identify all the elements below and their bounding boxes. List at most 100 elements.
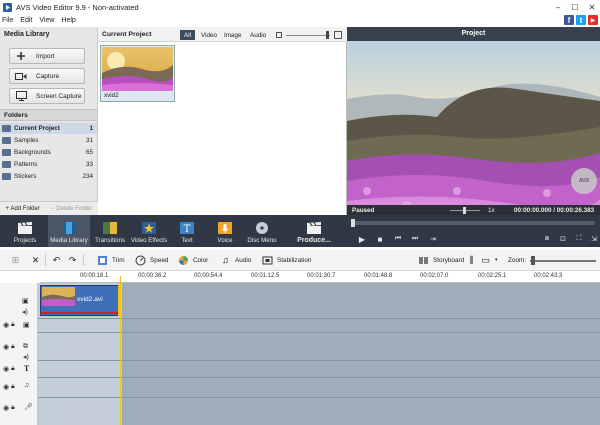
slider-handle[interactable]: [326, 31, 329, 39]
split-icon[interactable]: ⊞: [10, 253, 25, 267]
menu-view[interactable]: View: [39, 17, 54, 24]
preview-pane: Project AVS: [347, 27, 600, 224]
track-separator: [38, 397, 600, 398]
preview-video-frame: [347, 41, 600, 224]
storyboard-button[interactable]: Storyboard: [418, 253, 464, 267]
eye-icon[interactable]: ◉: [3, 321, 9, 329]
zoom-slider[interactable]: [530, 260, 596, 262]
text-button[interactable]: T Text: [172, 215, 202, 247]
folder-samples[interactable]: Samples 31: [0, 135, 97, 146]
stop-icon[interactable]: ■: [375, 234, 385, 244]
fullscreen-icon[interactable]: ⛶: [574, 234, 584, 244]
filter-video-tab[interactable]: Video: [197, 30, 221, 40]
separator: [83, 254, 84, 266]
seek-bar[interactable]: [352, 221, 595, 225]
folder-current-project[interactable]: Current Project 1: [0, 123, 97, 134]
detach-preview-icon[interactable]: ⇲: [589, 234, 599, 244]
projects-button[interactable]: Projects: [8, 215, 42, 247]
display-settings-icon[interactable]: ▭ ▾: [480, 253, 497, 267]
color-button[interactable]: Color: [178, 253, 208, 267]
time-display: 00:00:00.000 / 00:00:26.383: [514, 207, 595, 214]
capture-button[interactable]: Capture: [9, 68, 85, 84]
eye-icon[interactable]: ◉: [3, 365, 9, 373]
menu-edit[interactable]: Edit: [20, 17, 32, 24]
audio-waveform-icon[interactable]: ⫼: [466, 253, 481, 267]
redo-icon[interactable]: ↷: [67, 253, 82, 267]
media-item-name: xvid2: [104, 92, 119, 99]
film-library-icon: [63, 222, 75, 234]
thumbnail-size-slider[interactable]: [286, 35, 330, 36]
disc-menu-button[interactable]: Disc Menu: [244, 215, 280, 247]
timeline-clip[interactable]: xvid2.avi: [40, 285, 120, 316]
play-icon[interactable]: ▶: [357, 234, 367, 244]
lock-icon[interactable]: 🔒︎: [11, 343, 15, 351]
facebook-icon[interactable]: f: [564, 15, 574, 25]
snapshot-icon[interactable]: ⧈: [542, 234, 552, 244]
menu-help[interactable]: Help: [61, 17, 75, 24]
speaker-icon[interactable]: ◂): [23, 353, 29, 361]
delete-icon[interactable]: ✕: [30, 253, 45, 267]
filter-image-tab[interactable]: Image: [220, 30, 246, 40]
audio-button[interactable]: ♫ Audio: [220, 253, 251, 267]
next-frame-icon[interactable]: ⏭: [410, 234, 420, 244]
voice-button[interactable]: Voice: [210, 215, 240, 247]
transitions-button[interactable]: Transitions: [93, 215, 127, 247]
app-icon: [3, 3, 12, 12]
zoom-slider-handle[interactable]: [531, 256, 535, 265]
menu-file[interactable]: File: [2, 17, 13, 24]
speaker-icon[interactable]: ◂): [22, 308, 28, 316]
go-to-end-icon[interactable]: ⇥: [428, 234, 438, 244]
trim-button[interactable]: Trim: [97, 253, 125, 267]
timeline-tracks[interactable]: [38, 283, 600, 425]
filter-audio-tab[interactable]: Audio: [246, 30, 270, 40]
close-button[interactable]: ✕: [584, 1, 600, 13]
add-folder-button[interactable]: + Add Folder: [6, 206, 40, 212]
eye-icon[interactable]: ◉: [3, 343, 9, 351]
lock-icon[interactable]: 🔒︎: [11, 404, 15, 412]
youtube-icon[interactable]: ▶: [588, 15, 598, 25]
menu-bar: File Edit View Help: [0, 15, 600, 26]
seek-handle[interactable]: [351, 219, 355, 227]
small-thumbnail-icon[interactable]: [276, 32, 282, 38]
title-bar: AVS Video Editor 9.9 - Non-activated – ☐…: [0, 0, 600, 15]
maximize-button[interactable]: ☐: [567, 1, 583, 13]
folder-backgrounds[interactable]: Backgrounds 65: [0, 147, 97, 158]
undo-icon[interactable]: ↶: [51, 253, 66, 267]
aspect-ratio-icon[interactable]: ⊡: [558, 234, 568, 244]
video-effects-button[interactable]: Video Effects: [130, 215, 168, 247]
lock-icon[interactable]: 🔒︎: [11, 365, 15, 373]
folder-stickers[interactable]: Stickers 234: [0, 171, 97, 182]
twitter-icon[interactable]: t: [576, 15, 586, 25]
tick-label: 00:01:48.8: [364, 273, 393, 279]
avs-watermark-logo: AVS: [571, 168, 597, 194]
disc-icon: [256, 222, 268, 234]
minimize-button[interactable]: –: [550, 1, 566, 13]
folders-title: Folders: [4, 112, 28, 119]
media-thumbnail: [102, 47, 173, 91]
filter-all-tab[interactable]: All: [180, 30, 195, 40]
stabilization-button[interactable]: Stabilization: [262, 253, 311, 267]
lock-icon[interactable]: 🔒︎: [11, 383, 15, 391]
eye-icon[interactable]: ◉: [3, 383, 9, 391]
clip-trim-handle[interactable]: [118, 285, 121, 316]
preview-title: Project: [347, 27, 600, 41]
folder-icon: [2, 173, 11, 180]
previous-frame-icon[interactable]: ⏮: [393, 234, 403, 244]
folder-patterns[interactable]: Patterns 33: [0, 159, 97, 170]
speed-value: 1x: [488, 207, 495, 214]
produce-button[interactable]: Produce...: [290, 215, 338, 247]
screen-capture-button[interactable]: Screen Capture: [9, 88, 85, 104]
main-toolbar: Projects Media Library Transitions Video…: [0, 215, 347, 247]
color-wheel-icon: [178, 255, 189, 266]
large-thumbnail-icon[interactable]: [334, 31, 342, 39]
zoom-label: Zoom:: [508, 256, 527, 264]
lock-icon[interactable]: 🔒︎: [11, 321, 15, 329]
media-item[interactable]: xvid2: [100, 45, 175, 102]
eye-icon[interactable]: ◉: [3, 404, 9, 412]
speed-slider-handle[interactable]: [463, 207, 466, 214]
import-button[interactable]: Import: [9, 48, 85, 64]
media-library-title: Media Library: [4, 31, 50, 38]
speed-button[interactable]: Speed: [135, 253, 168, 267]
media-library-button[interactable]: Media Library: [48, 215, 90, 247]
delete-folder-button[interactable]: − Delete Folder: [51, 206, 92, 212]
